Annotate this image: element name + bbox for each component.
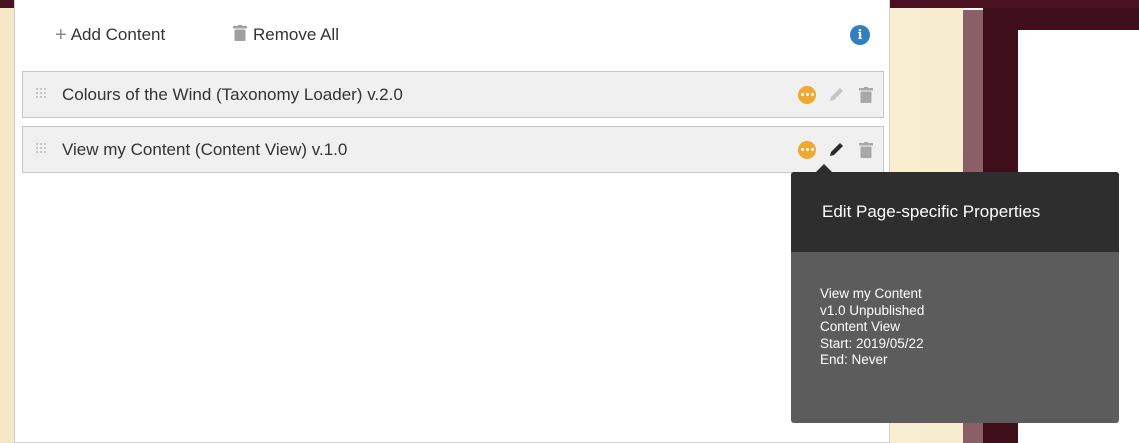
drag-handle-icon[interactable] (36, 87, 46, 102)
pencil-icon[interactable] (826, 85, 846, 105)
remove-all-button[interactable]: Remove All (233, 23, 339, 47)
content-item[interactable]: View my Content (Content View) v.1.0 (22, 126, 884, 173)
content-item-title: View my Content (Content View) v.1.0 (62, 139, 348, 159)
tooltip-details: View my Content v1.0 Unpublished Content… (791, 252, 1119, 369)
edit-properties-tooltip: Edit Page-specific Properties View my Co… (791, 164, 1119, 423)
add-content-button[interactable]: + Add Content (55, 23, 165, 47)
tooltip-line-version: v1.0 Unpublished (820, 302, 925, 318)
tooltip-title: Edit Page-specific Properties (791, 172, 1119, 252)
remove-all-label: Remove All (253, 25, 339, 44)
info-icon[interactable]: i (850, 25, 870, 45)
content-item[interactable]: Colours of the Wind (Taxonomy Loader) v.… (22, 71, 884, 118)
more-options-icon[interactable] (798, 140, 816, 159)
add-content-label: Add Content (70, 25, 166, 44)
drag-handle-icon[interactable] (36, 142, 46, 157)
content-item-title: Colours of the Wind (Taxonomy Loader) v.… (62, 84, 403, 104)
tooltip-line-type: Content View (820, 319, 901, 334)
more-options-icon[interactable] (798, 85, 816, 104)
tooltip-line-name: View my Content (820, 286, 922, 301)
pencil-icon[interactable] (826, 140, 846, 160)
trash-icon[interactable] (856, 140, 876, 160)
plus-icon: + (55, 24, 67, 46)
tooltip-line-end: End: Never (820, 352, 888, 367)
content-toolbar: + Add Content Remove All i (15, 0, 889, 66)
content-panel: + Add Content Remove All i Colours of th… (14, 0, 890, 443)
content-item-actions (798, 72, 876, 117)
tooltip-line-start: Start: 2019/05/22 (820, 335, 924, 351)
trash-icon[interactable] (856, 85, 876, 105)
trash-icon (233, 24, 247, 46)
content-item-actions (798, 127, 876, 172)
